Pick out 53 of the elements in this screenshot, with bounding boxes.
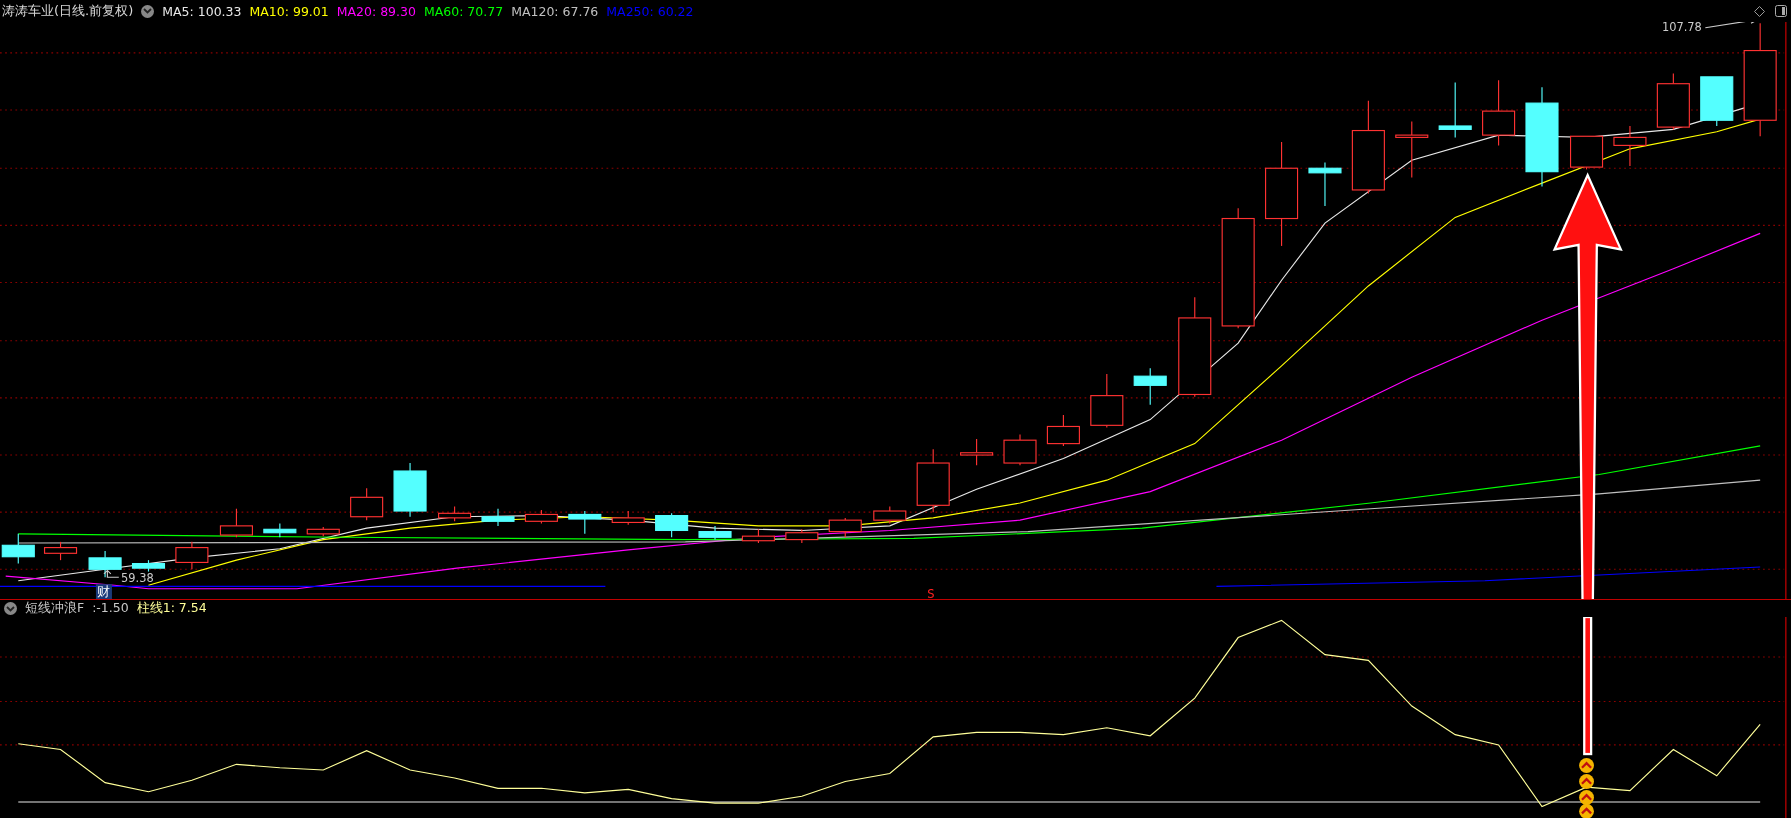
candlestick [1046,414,1080,447]
indicator-value: 柱线1: 7.54 [136,600,207,617]
candlestick [1613,125,1647,167]
ma-value: MA120: 67.76 [511,3,599,19]
signal-markers-drawing [1579,758,1594,818]
candlestick [1438,82,1472,138]
chart-title: 涛涛车业(日线.前复权) [2,2,134,20]
candlestick [524,509,558,525]
candlestick [698,525,732,541]
candlestick [1656,72,1690,130]
candlestick [306,526,340,537]
candlestick [785,528,819,544]
candlestick [916,448,950,513]
candlestick [175,541,209,570]
candlestick [1090,373,1124,429]
ma-value: MA5: 100.33 [162,3,242,19]
finance-badge: 财 [95,584,112,599]
indicator-value: 短线冲浪F :-1.50 [25,600,129,617]
candlestick [481,508,515,527]
candlestick [1,533,35,565]
candlestick [568,510,602,535]
candlestick [960,438,994,466]
ma-value: MA10: 99.01 [249,3,329,19]
candlestick [828,517,862,538]
candlestick [88,550,122,578]
signal-marker: S [927,586,935,599]
panel-toggle-icon[interactable] [1775,5,1787,17]
dropdown-icon[interactable] [4,602,17,615]
candlestick [611,510,645,526]
candlestick [438,505,472,522]
candlestick [263,523,297,538]
ma-value: MA250: 60.22 [606,3,694,19]
candlestick [44,541,78,561]
low-price-label: 59.38 [103,569,154,585]
dropdown-icon[interactable] [141,4,155,18]
candlestick [350,487,384,521]
candlestick [1482,79,1516,146]
candlestick [741,528,775,544]
high-price-label: 107.78 [1662,22,1760,35]
candlestick [873,505,907,525]
ma-value: MA20: 89.30 [336,3,416,19]
diamond-icon[interactable] [1754,5,1765,17]
candlestick [393,462,427,518]
candlestick [1395,120,1429,178]
candlestick [1700,76,1734,127]
candlestick [219,508,253,538]
candlestick [1003,433,1037,466]
candlestick [655,512,689,538]
candlestick [1308,161,1342,207]
candlestick [1133,367,1167,406]
candlestick [131,559,166,573]
ma-value: MA60: 70.77 [423,3,504,19]
candlestick [1570,135,1604,170]
